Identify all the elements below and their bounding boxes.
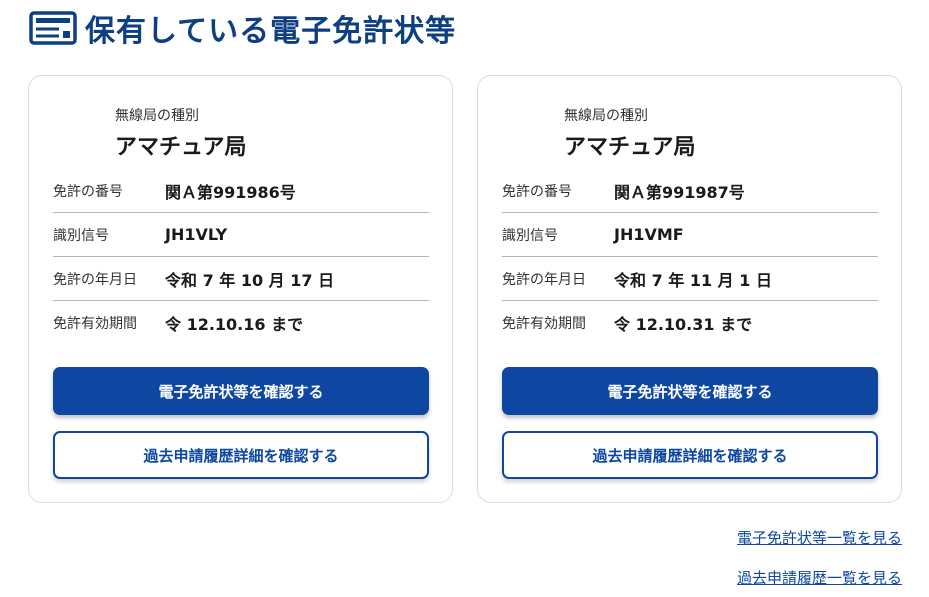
page-title: 保有している電子免許状等 xyxy=(85,14,457,49)
validity-period-row: 免許有効期間 令 12.10.16 まで xyxy=(53,301,429,345)
info-label: 識別信号 xyxy=(53,227,109,244)
call-sign-row: 識別信号 JH1VLY xyxy=(53,213,429,257)
info-label: 免許有効期間 xyxy=(53,316,137,332)
station-type-label: 無線局の種別 xyxy=(564,108,648,124)
view-e-license-button[interactable]: 電子免許状等を確認する xyxy=(502,367,878,415)
view-history-detail-button[interactable]: 過去申請履歴詳細を確認する xyxy=(502,431,878,479)
station-type-value: アマチュア局 xyxy=(115,135,247,160)
license-date-row: 免許の年月日 令和 7 年 10 月 17 日 xyxy=(53,257,429,301)
license-number-row: 免許の番号 関Ａ第991986号 xyxy=(53,169,429,213)
license-list-link[interactable]: 電子免許状等一覧を見る xyxy=(737,527,902,548)
info-label: 免許の番号 xyxy=(502,183,572,200)
info-value: 関Ａ第991986号 xyxy=(165,182,296,202)
view-history-detail-button[interactable]: 過去申請履歴詳細を確認する xyxy=(53,431,429,479)
info-value: 令和 7 年 10 月 17 日 xyxy=(165,270,335,290)
info-value: JH1VMF xyxy=(614,225,684,244)
info-label: 免許有効期間 xyxy=(502,316,586,332)
license-number-row: 免許の番号 関Ａ第991987号 xyxy=(502,169,878,213)
history-list-link[interactable]: 過去申請履歴一覧を見る xyxy=(737,567,902,588)
page-heading: 保有している電子免許状等 xyxy=(29,6,456,50)
license-card-icon xyxy=(29,11,77,45)
info-label: 免許の年月日 xyxy=(502,271,586,288)
page: 保有している電子免許状等 無線局の種別 アマチュア局 免許の番号 関Ａ第9919… xyxy=(0,0,929,597)
validity-period-row: 免許有効期間 令 12.10.31 まで xyxy=(502,301,878,345)
license-date-row: 免許の年月日 令和 7 年 11 月 1 日 xyxy=(502,257,878,301)
view-e-license-button[interactable]: 電子免許状等を確認する xyxy=(53,367,429,415)
license-info-list: 免許の番号 関Ａ第991986号 識別信号 JH1VLY 免許の年月日 令和 7… xyxy=(53,169,429,345)
license-info-list: 免許の番号 関Ａ第991987号 識別信号 JH1VMF 免許の年月日 令和 7… xyxy=(502,169,878,345)
info-value: 令和 7 年 11 月 1 日 xyxy=(614,270,772,290)
station-type-label: 無線局の種別 xyxy=(115,108,199,124)
info-value: JH1VLY xyxy=(165,225,228,244)
station-type-value: アマチュア局 xyxy=(564,135,696,160)
info-label: 識別信号 xyxy=(502,227,558,244)
call-sign-row: 識別信号 JH1VMF xyxy=(502,213,878,257)
info-label: 免許の番号 xyxy=(53,183,123,200)
license-card: 無線局の種別 アマチュア局 免許の番号 関Ａ第991986号 識別信号 JH1V… xyxy=(28,75,453,503)
info-value: 令 12.10.31 まで xyxy=(614,315,753,334)
license-card: 無線局の種別 アマチュア局 免許の番号 関Ａ第991987号 識別信号 JH1V… xyxy=(477,75,902,503)
info-value: 関Ａ第991987号 xyxy=(614,182,745,202)
info-value: 令 12.10.16 まで xyxy=(165,315,304,334)
info-label: 免許の年月日 xyxy=(53,271,137,288)
